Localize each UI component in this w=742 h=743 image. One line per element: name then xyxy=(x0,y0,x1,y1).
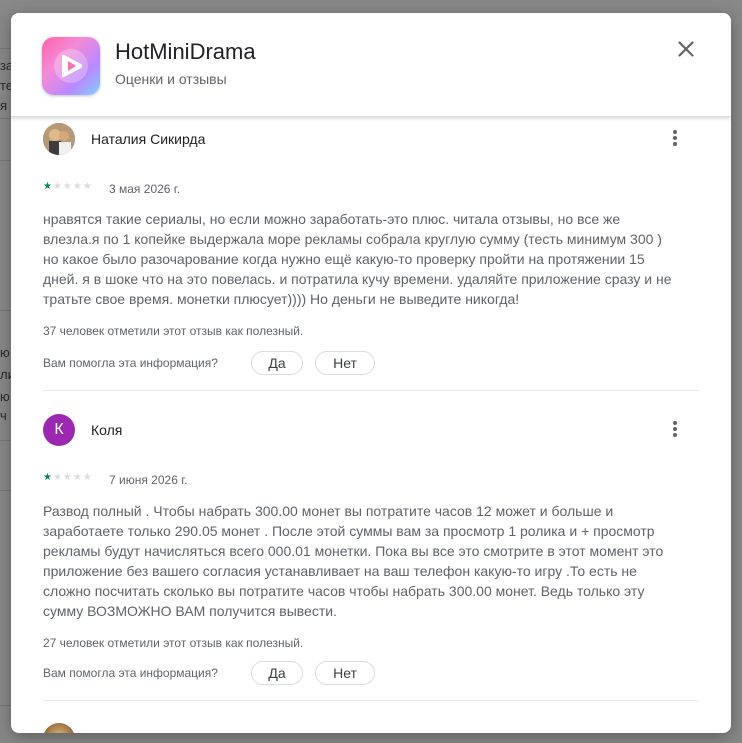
more-icon xyxy=(673,421,677,425)
avatar xyxy=(43,723,75,733)
background-text: ч xyxy=(0,408,7,423)
star-empty-icon: ★★★★ xyxy=(52,472,93,483)
helpful-count: 27 человек отметили этот отзыв как полез… xyxy=(43,636,304,650)
app-title: HotMiniDrama xyxy=(115,39,256,64)
star-filled-icon: ★ xyxy=(43,181,53,192)
review-divider xyxy=(43,700,699,701)
background-text: ю xyxy=(0,389,10,404)
review-card: К Коля ★★★★★ 7 июня 2026 г. Развод полны… xyxy=(11,409,731,709)
review-card: Наталия Сикирда ★★★★★ 3 мая 2026 г. нрав… xyxy=(11,117,731,404)
dialog-subtitle: Оценки и отзывы xyxy=(115,71,227,87)
helpful-count: 37 человек отметили этот отзыв как полез… xyxy=(43,324,304,338)
helpful-no-button[interactable]: Нет xyxy=(315,351,375,375)
background-text: я xyxy=(0,98,8,113)
dialog-header: HotMiniDrama Оценки и отзывы xyxy=(11,13,731,117)
reviews-list[interactable]: Наталия Сикирда ★★★★★ 3 мая 2026 г. нрав… xyxy=(11,117,731,733)
review-date: 3 мая 2026 г. xyxy=(109,182,181,196)
avatar: К xyxy=(43,414,75,446)
review-text: нравятся такие сериалы, но если можно за… xyxy=(43,211,672,307)
review-author: Коля xyxy=(91,422,123,438)
close-icon xyxy=(678,41,694,57)
star-empty-icon: ★★★★ xyxy=(52,181,93,192)
avatar xyxy=(43,123,75,155)
more-options-button[interactable] xyxy=(663,417,687,441)
play-icon xyxy=(54,49,88,83)
review-divider xyxy=(43,390,699,391)
helpful-no-button[interactable]: Нет xyxy=(315,661,375,685)
helpful-yes-button[interactable]: Да xyxy=(251,661,303,685)
star-rating: ★★★★★ xyxy=(43,181,93,192)
background-text: ю xyxy=(0,345,10,360)
star-filled-icon: ★ xyxy=(43,472,53,483)
helpful-question: Вам помогла эта информация? xyxy=(43,666,218,680)
review-text: Развод полный . Чтобы набрать 300.00 мон… xyxy=(43,503,664,619)
close-button[interactable] xyxy=(674,37,698,61)
avatar-photo xyxy=(43,123,75,155)
review-author: Наталия Сикирда xyxy=(91,131,206,147)
star-rating: ★★★★★ xyxy=(43,472,93,483)
app-icon xyxy=(42,37,100,95)
more-options-button[interactable] xyxy=(663,126,687,150)
helpful-question: Вам помогла эта информация? xyxy=(43,356,218,370)
more-icon xyxy=(673,130,677,134)
helpful-yes-button[interactable]: Да xyxy=(251,351,303,375)
reviews-dialog: HotMiniDrama Оценки и отзывы Наталия Сик… xyxy=(11,13,731,733)
review-date: 7 июня 2026 г. xyxy=(109,473,188,487)
